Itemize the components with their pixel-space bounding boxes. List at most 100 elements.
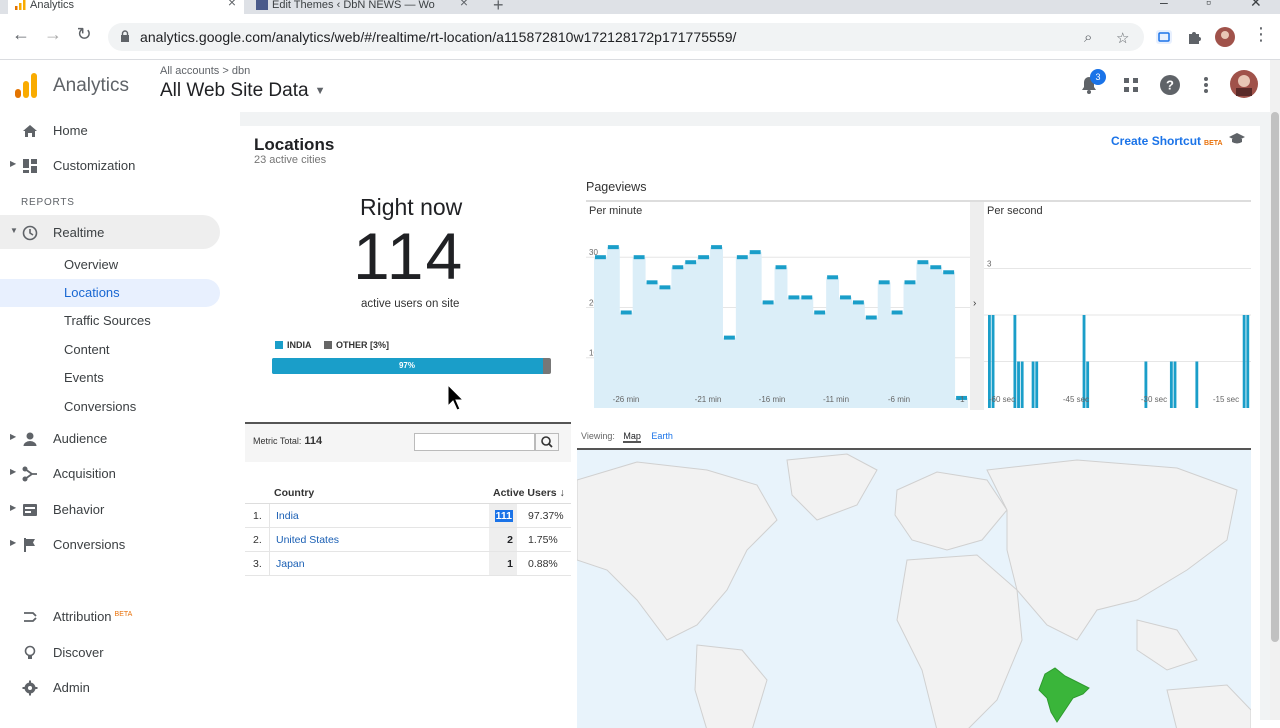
map-greenland [786, 453, 878, 521]
more-menu-icon[interactable] [1195, 74, 1217, 96]
sidebar-item-admin[interactable]: Admin [0, 670, 220, 704]
report-subtitle: 23 active cities [254, 154, 327, 166]
expand-arrow-icon: ▶ [10, 503, 17, 512]
zoom-icon[interactable]: ⌕ [1084, 29, 1092, 46]
gear-icon [22, 680, 38, 696]
x-tick-label: -6 min [888, 395, 910, 404]
lightbulb-icon [24, 645, 36, 659]
metric-total-bar: Metric Total: 114 [245, 422, 571, 462]
sidebar-sub-locations[interactable]: Locations [64, 285, 120, 300]
report-card: Locations 23 active cities Create Shortc… [240, 126, 1260, 728]
per-minute-bar [646, 280, 658, 285]
url-text: analytics.google.com/analytics/web/#/rea… [140, 29, 737, 45]
back-icon[interactable]: ← [9, 24, 33, 45]
clock-icon [22, 225, 38, 241]
sidebar-sub-overview[interactable]: Overview [64, 257, 118, 272]
scrollbar-thumb[interactable] [1271, 112, 1279, 642]
map-south-america [694, 644, 768, 728]
x-tick-label: -11 min [823, 395, 849, 404]
account-avatar-icon[interactable] [1230, 70, 1258, 98]
graduation-cap-icon[interactable] [1228, 132, 1246, 146]
per-second-bar [1017, 361, 1020, 408]
chevron-right-icon[interactable]: › [973, 298, 976, 309]
row-index: 3. [253, 558, 262, 570]
x-tick-label: -1 [957, 395, 965, 404]
maximize-icon[interactable]: ▫ [1206, 0, 1211, 10]
per-minute-bar [595, 255, 606, 260]
sidebar-item-realtime[interactable]: ▼ Realtime [0, 215, 220, 249]
map-africa [896, 554, 1023, 728]
extension-tab-icon[interactable] [1154, 27, 1174, 47]
row-country-link[interactable]: India [276, 510, 299, 522]
per-minute-bar [607, 245, 619, 250]
apps-grid-icon[interactable] [1120, 74, 1142, 96]
col-country-header[interactable]: Country [274, 487, 314, 499]
account-breadcrumb[interactable]: All accounts > dbn [160, 65, 250, 77]
close-tab-icon[interactable]: × [460, 0, 468, 9]
sidebar-item-behavior[interactable]: ▶ Behavior [0, 492, 220, 526]
close-tab-icon[interactable]: × [228, 0, 236, 9]
sidebar-sub-events[interactable]: Events [64, 370, 104, 385]
world-map-svg [577, 453, 1251, 728]
sidebar-item-acquisition[interactable]: ▶ Acquisition [0, 456, 220, 490]
mouse-cursor-icon [447, 384, 465, 411]
row-percent: 1.75% [528, 534, 558, 546]
sidebar-sub-conversions[interactable]: Conversions [64, 399, 136, 414]
view-map-tab[interactable]: Map [623, 431, 641, 443]
x-tick-label: -30 sec [1141, 395, 1167, 404]
per-minute-bar [801, 295, 813, 300]
x-tick-label: -21 min [695, 395, 722, 404]
expand-arrow-icon: ▶ [10, 538, 17, 547]
profile-avatar-icon[interactable] [1215, 27, 1235, 47]
address-bar[interactable]: analytics.google.com/analytics/web/#/rea… [108, 23, 1144, 51]
table-search-input[interactable] [414, 433, 535, 451]
per-minute-bar [827, 275, 839, 280]
view-selector[interactable]: All Web Site Data ▼ [160, 80, 325, 102]
per-second-bar [1242, 315, 1246, 408]
per-second-chart-area: 3 -60 sec -45 sec -30 sec -15 sec Per second [984, 202, 1251, 410]
world-map[interactable] [577, 448, 1251, 728]
table-row: 2. United States 2 1.75% [245, 528, 571, 552]
tab-title: Edit Themes ‹ DbN NEWS — Wo [272, 0, 435, 11]
sidebar-item-conversions[interactable]: ▶ Conversions [0, 527, 220, 561]
sidebar-item-audience[interactable]: ▶ Audience [0, 421, 220, 455]
view-earth-tab[interactable]: Earth [651, 431, 673, 441]
sidebar-item-label: Acquisition [53, 466, 116, 481]
reload-icon[interactable]: ↻ [72, 24, 96, 45]
sidebar-item-home[interactable]: Home [0, 113, 220, 147]
report-title: Locations [254, 135, 335, 154]
sidebar-item-label: Customization [53, 158, 136, 173]
per-minute-bar [930, 265, 942, 270]
window-close-icon[interactable]: ✕ [1250, 0, 1262, 11]
sidebar-sub-content[interactable]: Content [64, 342, 110, 357]
minimize-icon[interactable]: – [1160, 0, 1168, 10]
sidebar-item-attribution[interactable]: Attribution BETA [0, 599, 220, 633]
sidebar-item-customization[interactable]: ▶ Customization [0, 148, 220, 182]
row-percent: 97.37% [528, 510, 564, 522]
sidebar-sub-traffic-sources[interactable]: Traffic Sources [64, 313, 151, 328]
per-minute-bar [891, 310, 903, 315]
browser-menu-icon[interactable]: ⋮ [1249, 24, 1273, 45]
browser-tab-analytics[interactable]: Analytics × [8, 0, 244, 14]
per-second-bar [1246, 315, 1250, 408]
table-search-button[interactable] [535, 433, 559, 451]
row-country-link[interactable]: United States [276, 534, 339, 546]
per-minute-bar [943, 270, 955, 275]
per-minute-bar [840, 295, 851, 300]
legend-other: OTHER [3%] [324, 340, 389, 350]
per-minute-bar [762, 300, 774, 305]
view-name: All Web Site Data [160, 80, 309, 101]
bookmark-star-icon[interactable]: ☆ [1116, 29, 1129, 47]
create-shortcut-link[interactable]: Create Shortcut BETA [1111, 134, 1223, 148]
browser-tab-edit-themes[interactable]: Edit Themes ‹ DbN NEWS — Wo × [250, 0, 476, 14]
per-second-bar [1020, 361, 1024, 408]
per-minute-bar [633, 255, 645, 260]
forward-icon[interactable]: → [41, 24, 65, 45]
col-active-users-header[interactable]: Active Users ↓ [493, 487, 565, 499]
help-icon[interactable]: ? [1159, 74, 1181, 96]
row-country-link[interactable]: Japan [276, 558, 305, 570]
extensions-puzzle-icon[interactable] [1185, 27, 1205, 47]
beta-tag: BETA [1204, 140, 1223, 147]
expand-arrow-icon: ▶ [10, 432, 17, 441]
sidebar-item-discover[interactable]: Discover [0, 635, 220, 669]
